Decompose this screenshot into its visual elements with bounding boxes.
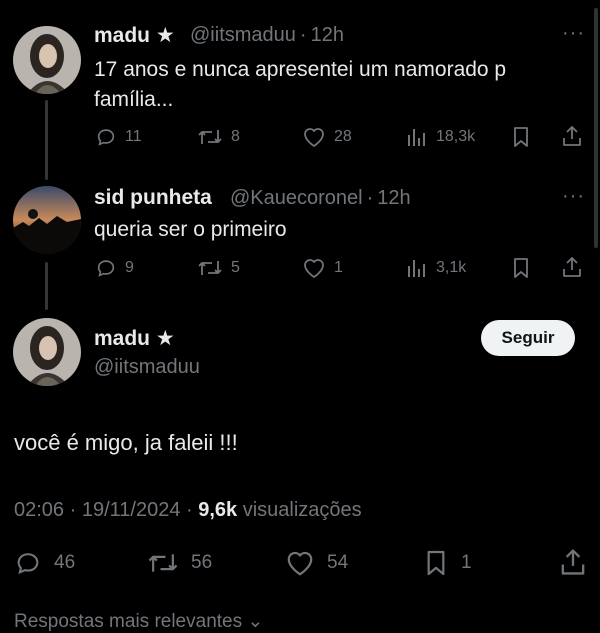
share-icon [561,549,585,575]
avatar-madu-main[interactable] [13,318,81,386]
reply-icon [97,260,115,277]
tweet1-views-button[interactable]: 18,3k [406,126,475,148]
thread-line [45,262,48,310]
follow-button[interactable]: Seguir [481,320,575,356]
tweet2-text: queria ser o primeiro [94,218,287,241]
tweet2-time[interactable]: 12h [377,187,410,209]
tweet1-retweet-button[interactable]: 8 [197,126,240,148]
avatar-madu[interactable] [13,26,81,94]
tweet2-display-name[interactable]: sid punheta [94,186,212,210]
share-icon [563,257,581,277]
heart-icon [304,128,324,147]
tweet2-views-count: 3,1k [436,259,467,276]
avatar-sid[interactable] [13,186,81,254]
tweet1-reply-button[interactable]: 11 [95,126,142,148]
tweet2-handle[interactable]: @Kauecoronel [230,187,363,209]
tweet1-text-line1: 17 anos e nunca apresentei um namorado p [94,58,507,81]
tweet2-reply-button[interactable]: 9 [95,257,134,279]
tweet2-handle-time[interactable]: @Kauecoronel · 12h [230,187,411,210]
main-share-button[interactable] [559,548,587,576]
tweet1-views-count: 18,3k [436,128,476,145]
tweet1-like-count: 28 [334,128,352,145]
tweet1-share-button[interactable] [561,125,583,147]
tweet1-handle-time[interactable]: @iitsmaduu · 12h [190,24,344,47]
tweet1-text: 17 anos e nunca apresentei um namorado p… [94,55,574,115]
tweet1-display-name[interactable]: madu ★ [94,23,175,48]
main-retweet-button[interactable]: 56 [147,549,212,577]
separator: · [366,187,374,209]
tweet1-handle[interactable]: @iitsmaduu [190,24,296,46]
tweet1-like-button[interactable]: 28 [302,126,352,148]
more-options-icon[interactable]: ··· [562,22,585,45]
more-options-icon[interactable]: ··· [562,185,585,208]
heart-icon [287,551,313,576]
main-retweet-count: 56 [191,552,213,573]
main-views-label: visualizações [237,499,362,521]
main-like-button[interactable]: 54 [285,549,348,577]
main-bookmark-button[interactable]: 1 [425,549,472,577]
views-icon [408,260,425,277]
main-views-count: 9,6k [198,499,238,521]
thread-line [45,100,48,180]
main-tweet-meta: 02:06 · 19/11/2024 · 9,6k visualizações [14,499,362,522]
retweet-icon [198,130,222,144]
main-like-count: 54 [327,552,349,573]
share-icon [563,126,581,146]
tweet2-reply-count: 9 [125,259,134,276]
bookmark-icon [427,550,445,576]
tweet2-views-button[interactable]: 3,1k [406,257,466,279]
main-handle[interactable]: @iitsmaduu [94,356,200,379]
reply-icon [97,129,115,146]
retweet-icon [198,261,222,275]
separator: · [299,24,307,46]
retweet-icon [148,554,178,572]
main-tweet-text: você é migo, ja faleii !!! [14,430,238,455]
tweet1-reply-count: 11 [125,128,142,145]
tweet2-retweet-button[interactable]: 5 [197,257,240,279]
tweet2-bookmark-button[interactable] [512,257,530,279]
scrollbar[interactable] [594,8,598,248]
main-reply-count: 46 [54,552,76,573]
heart-icon [304,259,324,278]
main-bookmark-count: 1 [461,552,472,573]
tweet2-share-button[interactable] [561,256,583,278]
tweet2-retweet-count: 5 [231,259,240,276]
bookmark-icon [514,127,528,147]
tweet1-retweet-count: 8 [231,128,240,145]
tweet1-bookmark-button[interactable] [512,126,530,148]
tweet1-text-line2: família... [94,88,174,111]
reply-icon [17,553,39,575]
tweet1-time[interactable]: 12h [311,24,344,46]
views-icon [408,129,425,146]
main-display-name[interactable]: madu ★ [94,326,175,351]
main-timestamp[interactable]: 02:06 · 19/11/2024 · [14,499,198,521]
main-reply-button[interactable]: 46 [14,549,75,577]
bookmark-icon [514,258,528,278]
tweet2-like-count: 1 [334,259,343,276]
tweet2-like-button[interactable]: 1 [302,257,343,279]
